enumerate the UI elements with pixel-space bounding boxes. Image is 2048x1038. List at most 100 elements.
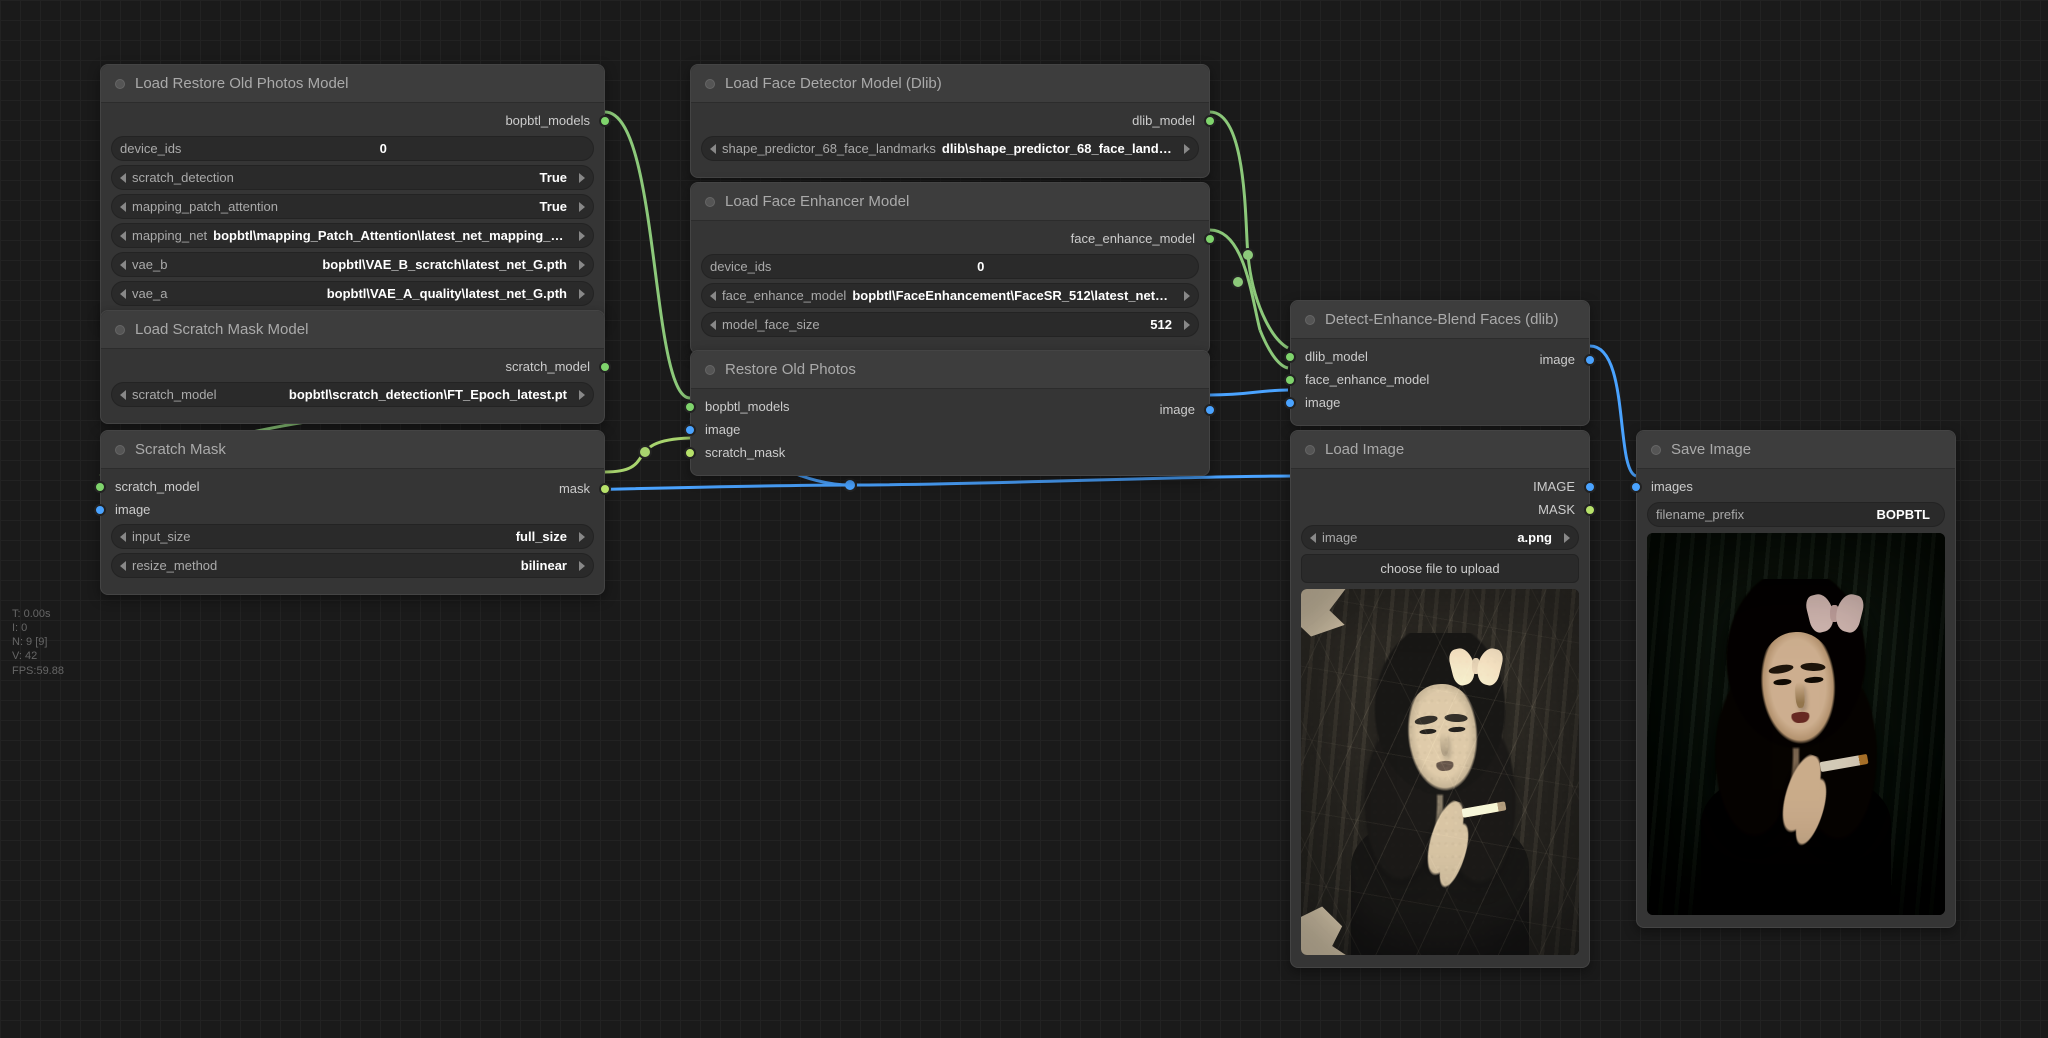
node-load-scratch-mask-model[interactable]: Load Scratch Mask Model scratch_model sc…	[100, 310, 605, 424]
chevron-right-icon[interactable]	[1564, 533, 1570, 543]
output-face-enhance-model[interactable]: face_enhance_model	[701, 227, 1199, 250]
port-out[interactable]	[1584, 504, 1596, 516]
node-header[interactable]: Load Face Enhancer Model	[691, 183, 1209, 221]
port-out[interactable]	[599, 115, 611, 127]
chevron-right-icon[interactable]	[1184, 144, 1190, 154]
collapse-dot-icon[interactable]	[115, 445, 125, 455]
input-face-enhance-model[interactable]: face_enhance_model	[1301, 368, 1579, 391]
output-image[interactable]: image	[1301, 348, 1579, 371]
collapse-dot-icon[interactable]	[705, 79, 715, 89]
widget-device-ids[interactable]: device_ids 0	[111, 136, 594, 161]
port-in[interactable]	[1630, 481, 1642, 493]
chevron-right-icon[interactable]	[579, 260, 585, 270]
node-header[interactable]: Restore Old Photos	[691, 351, 1209, 389]
port-in[interactable]	[1284, 351, 1296, 363]
node-header[interactable]: Load Restore Old Photos Model	[101, 65, 604, 103]
node-detect-enhance-blend-faces[interactable]: Detect-Enhance-Blend Faces (dlib) dlib_m…	[1290, 300, 1590, 426]
input-image[interactable]: image	[1301, 391, 1579, 414]
input-image[interactable]: image	[701, 418, 1199, 441]
node-load-face-detector-model[interactable]: Load Face Detector Model (Dlib) dlib_mod…	[690, 64, 1210, 178]
widget-shape-predictor[interactable]: shape_predictor_68_face_landmarks dlib\s…	[701, 136, 1199, 161]
widget-input-size[interactable]: input_size full_size	[111, 524, 594, 549]
node-header[interactable]: Load Scratch Mask Model	[101, 311, 604, 349]
chevron-right-icon[interactable]	[579, 532, 585, 542]
collapse-dot-icon[interactable]	[115, 325, 125, 335]
image-preview[interactable]	[1647, 533, 1945, 915]
chevron-right-icon[interactable]	[579, 289, 585, 299]
chevron-left-icon[interactable]	[710, 144, 716, 154]
collapse-dot-icon[interactable]	[1651, 445, 1661, 455]
chevron-left-icon[interactable]	[1310, 533, 1316, 543]
output-mask[interactable]: MASK	[1301, 498, 1579, 521]
port-in[interactable]	[684, 447, 696, 459]
widget-face-enhance-model[interactable]: face_enhance_model bopbtl\FaceEnhancemen…	[701, 283, 1199, 308]
widget-resize-method[interactable]: resize_method bilinear	[111, 553, 594, 578]
chevron-left-icon[interactable]	[120, 231, 126, 241]
port-in[interactable]	[94, 481, 106, 493]
collapse-dot-icon[interactable]	[705, 365, 715, 375]
output-image[interactable]: image	[701, 398, 1199, 421]
chevron-right-icon[interactable]	[579, 231, 585, 241]
widget-image[interactable]: image a.png	[1301, 525, 1579, 550]
widget-vae-b[interactable]: vae_b bopbtl\VAE_B_scratch\latest_net_G.…	[111, 252, 594, 277]
output-mask[interactable]: mask	[111, 477, 594, 500]
output-bopbtl-models[interactable]: bopbtl_models	[111, 109, 594, 132]
port-in[interactable]	[94, 504, 106, 516]
chevron-left-icon[interactable]	[120, 173, 126, 183]
widget-filename-prefix[interactable]: filename_prefix BOPBTL	[1647, 502, 1945, 527]
node-load-image[interactable]: Load Image IMAGE MASK image a.png choose…	[1290, 430, 1590, 968]
node-header[interactable]: Scratch Mask	[101, 431, 604, 469]
node-header[interactable]: Save Image	[1637, 431, 1955, 469]
output-scratch-model[interactable]: scratch_model	[111, 355, 594, 378]
widget-scratch-model[interactable]: scratch_model bopbtl\scratch_detection\F…	[111, 382, 594, 407]
port-out[interactable]	[1584, 354, 1596, 366]
port-in[interactable]	[684, 401, 696, 413]
node-header[interactable]: Load Image	[1291, 431, 1589, 469]
node-restore-old-photos[interactable]: Restore Old Photos bopbtl_models image s…	[690, 350, 1210, 476]
chevron-right-icon[interactable]	[579, 390, 585, 400]
widget-mapping-patch-attention[interactable]: mapping_patch_attention True	[111, 194, 594, 219]
node-scratch-mask[interactable]: Scratch Mask scratch_model image mask in…	[100, 430, 605, 595]
widget-model-face-size[interactable]: model_face_size 512	[701, 312, 1199, 337]
node-header[interactable]: Detect-Enhance-Blend Faces (dlib)	[1291, 301, 1589, 339]
chevron-left-icon[interactable]	[120, 289, 126, 299]
widget-scratch-detection[interactable]: scratch_detection True	[111, 165, 594, 190]
port-in[interactable]	[1284, 397, 1296, 409]
image-preview[interactable]	[1301, 589, 1579, 955]
input-image[interactable]: image	[111, 498, 594, 521]
widget-device-ids[interactable]: device_ids 0	[701, 254, 1199, 279]
chevron-left-icon[interactable]	[120, 532, 126, 542]
chevron-left-icon[interactable]	[710, 320, 716, 330]
port-out[interactable]	[599, 483, 611, 495]
chevron-left-icon[interactable]	[710, 291, 716, 301]
port-out[interactable]	[1204, 115, 1216, 127]
chevron-left-icon[interactable]	[120, 202, 126, 212]
port-in[interactable]	[1284, 374, 1296, 386]
chevron-right-icon[interactable]	[1184, 291, 1190, 301]
collapse-dot-icon[interactable]	[115, 79, 125, 89]
port-out[interactable]	[1584, 481, 1596, 493]
chevron-right-icon[interactable]	[579, 202, 585, 212]
node-load-face-enhancer-model[interactable]: Load Face Enhancer Model face_enhance_mo…	[690, 182, 1210, 354]
collapse-dot-icon[interactable]	[1305, 445, 1315, 455]
input-images[interactable]: images	[1647, 475, 1945, 498]
port-in[interactable]	[684, 424, 696, 436]
output-dlib-model[interactable]: dlib_model	[701, 109, 1199, 132]
collapse-dot-icon[interactable]	[1305, 315, 1315, 325]
port-out[interactable]	[1204, 404, 1216, 416]
node-save-image[interactable]: Save Image images filename_prefix BOPBTL	[1636, 430, 1956, 928]
chevron-right-icon[interactable]	[1184, 320, 1190, 330]
chevron-left-icon[interactable]	[120, 260, 126, 270]
chevron-left-icon[interactable]	[120, 390, 126, 400]
chevron-right-icon[interactable]	[579, 173, 585, 183]
output-image[interactable]: IMAGE	[1301, 475, 1579, 498]
port-out[interactable]	[599, 361, 611, 373]
widget-vae-a[interactable]: vae_a bopbtl\VAE_A_quality\latest_net_G.…	[111, 281, 594, 306]
widget-mapping-net[interactable]: mapping_net bopbtl\mapping_Patch_Attenti…	[111, 223, 594, 248]
chevron-right-icon[interactable]	[579, 561, 585, 571]
port-out[interactable]	[1204, 233, 1216, 245]
chevron-left-icon[interactable]	[120, 561, 126, 571]
node-header[interactable]: Load Face Detector Model (Dlib)	[691, 65, 1209, 103]
collapse-dot-icon[interactable]	[705, 197, 715, 207]
node-load-restore-old-photos-model[interactable]: Load Restore Old Photos Model bopbtl_mod…	[100, 64, 605, 323]
